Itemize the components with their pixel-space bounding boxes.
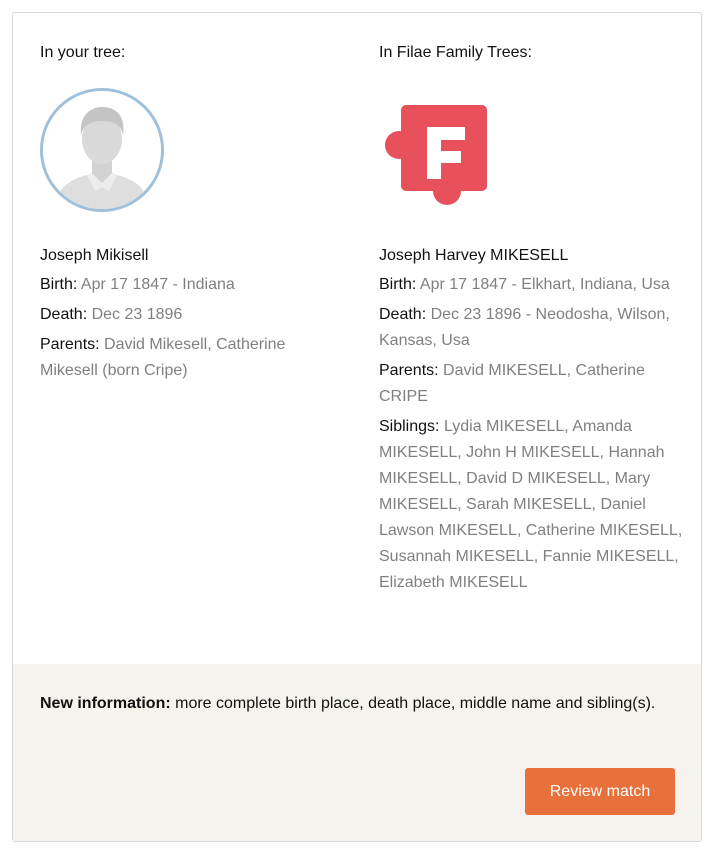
filae-trees-heading: In Filae Family Trees: [379, 44, 532, 61]
new-information-footer: New information: more complete birth pla… [13, 664, 701, 841]
new-information-detail: more complete birth place, death place, … [175, 695, 656, 712]
death-value: Dec 23 1896 [91, 306, 183, 323]
your-tree-details: Joseph Mikisell Birth: Apr 17 1847 - Ind… [40, 246, 340, 388]
filae-trees-column: In Filae Family Trees: Joseph Harvey MIK… [379, 43, 685, 591]
new-information-label: New information: [40, 695, 171, 712]
filae-puzzle-logo-icon [385, 101, 491, 207]
your-tree-column: In your tree: Joseph Mikisell Birth: Apr… [40, 43, 340, 379]
siblings-label: Siblings: [379, 418, 440, 435]
your-tree-heading: In your tree: [40, 44, 126, 61]
birth-fact: Birth: Apr 17 1847 - Elkhart, Indiana, U… [379, 272, 685, 298]
birth-label: Birth: [40, 276, 78, 293]
birth-value: Apr 17 1847 - Indiana [80, 276, 235, 293]
birth-fact: Birth: Apr 17 1847 - Indiana [40, 272, 340, 298]
filae-trees-details: Joseph Harvey MIKESELL Birth: Apr 17 184… [379, 246, 685, 600]
parents-fact: Parents: David MIKESELL, Catherine CRIPE [379, 358, 685, 410]
parents-fact: Parents: David Mikesell, Catherine Mikes… [40, 332, 340, 384]
death-fact: Death: Dec 23 1896 - Neodosha, Wilson, K… [379, 302, 685, 354]
death-label: Death: [379, 306, 427, 323]
death-fact: Death: Dec 23 1896 [40, 302, 340, 328]
match-card: In your tree: Joseph Mikisell Birth: Apr… [12, 12, 702, 842]
siblings-value: Lydia MIKESELL, Amanda MIKESELL, John H … [379, 418, 683, 591]
birth-value: Apr 17 1847 - Elkhart, Indiana, Usa [419, 276, 670, 293]
parents-label: Parents: [379, 362, 439, 379]
new-information-text: New information: more complete birth pla… [40, 691, 680, 717]
birth-label: Birth: [379, 276, 417, 293]
review-match-button[interactable]: Review match [525, 768, 675, 815]
person-name: Joseph Mikisell [40, 247, 149, 264]
comparison-columns: In your tree: Joseph Mikisell Birth: Apr… [13, 13, 701, 664]
person-name: Joseph Harvey MIKESELL [379, 247, 569, 264]
parents-label: Parents: [40, 336, 100, 353]
death-label: Death: [40, 306, 88, 323]
default-male-avatar-icon [40, 88, 164, 212]
siblings-fact: Siblings: Lydia MIKESELL, Amanda MIKESEL… [379, 414, 685, 596]
